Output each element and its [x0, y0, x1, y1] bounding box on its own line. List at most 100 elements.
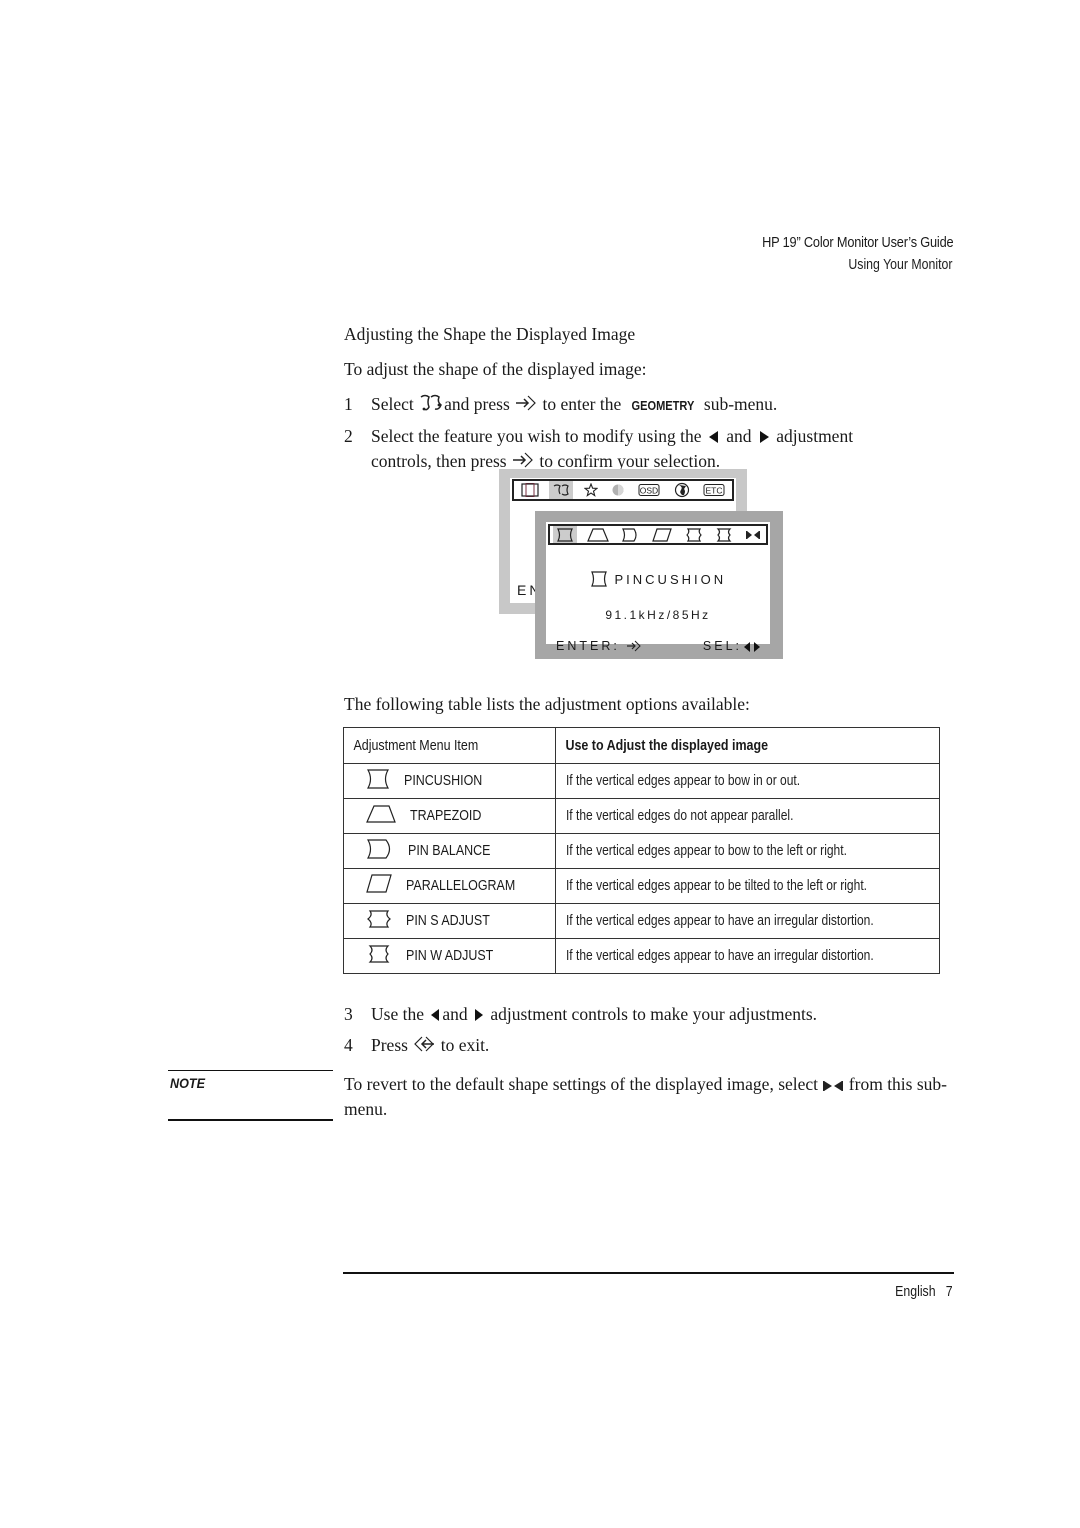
pincushion-icon: [366, 768, 390, 794]
footer-divider: [343, 1272, 954, 1274]
geometry-icon: [549, 481, 574, 499]
enter-icon: [626, 639, 642, 656]
step-text: controls, then press: [371, 451, 507, 471]
reset-icon: [743, 526, 763, 543]
osd-main-menu-bar: OSD ETC: [512, 479, 734, 501]
menu-item-description: If the vertical edges do not appear para…: [566, 808, 794, 824]
step-text: and: [726, 426, 752, 446]
step-text: sub-menu.: [703, 394, 778, 414]
note-divider-bottom: [168, 1119, 333, 1121]
osd-sel-label: SEL:: [702, 639, 742, 653]
step-text: Press: [371, 1035, 408, 1055]
page-number: 7: [946, 1284, 953, 1300]
note-label: NOTE: [170, 1075, 206, 1091]
menu-item-description: If the vertical edges appear to be tilte…: [566, 878, 868, 894]
table-header-row: Adjustment Menu Item Use to Adjust the d…: [342, 727, 940, 764]
section-heading: Adjusting the Shape the Displayed Image: [344, 324, 636, 344]
menu-item-description: If the vertical edges appear to have an …: [566, 948, 874, 964]
column-header-text: Use to Adjust the displayed image: [565, 737, 769, 754]
table-row: PARALLELOGRAM If the vertical edges appe…: [342, 868, 940, 904]
step-text: adjustment: [776, 426, 854, 446]
step-text: and: [442, 1004, 468, 1024]
trapezoid-icon: [584, 526, 612, 543]
step-number: 2: [344, 426, 353, 446]
step-number: 3: [344, 1004, 353, 1024]
step-text: Select: [371, 394, 414, 414]
step-number: 1: [344, 394, 353, 414]
pin-balance-icon: [366, 838, 394, 864]
adjustment-table: Adjustment Menu Item Use to Adjust the d…: [342, 727, 940, 974]
size-position-icon: [518, 481, 542, 499]
menu-item-description: If the vertical edges appear to bow to t…: [566, 843, 848, 859]
osd-selected-item: PINCUSHION: [546, 571, 770, 590]
menu-item-label: PARALLELOGRAM: [406, 878, 516, 894]
menu-item-label: TRAPEZOID: [410, 808, 482, 824]
parallelogram-icon: [366, 873, 392, 899]
table-row: PIN W ADJUST If the vertical edges appea…: [342, 938, 940, 974]
note-text-before: To revert to the default shape settings …: [344, 1074, 819, 1094]
right-arrow-icon: [472, 1006, 486, 1028]
svg-text:ETC: ETC: [706, 486, 723, 496]
step-text: adjustment controls to make your adjustm…: [490, 1004, 818, 1024]
osd-enter-label: ENTER:: [556, 639, 620, 653]
document-title: HP 19” Color Monitor User’s Guide: [761, 235, 954, 251]
step-text: to exit.: [440, 1035, 490, 1055]
osd-select-hint: SEL:: [703, 639, 762, 656]
step-text: and press: [444, 394, 510, 414]
color-icon: [608, 481, 628, 499]
right-arrow-icon: [756, 428, 772, 450]
osd-icon: OSD: [635, 481, 663, 499]
column-header: Adjustment Menu Item: [342, 727, 557, 764]
geometry-icon: [418, 393, 444, 418]
table-row: PINCUSHION If the vertical edges appear …: [342, 763, 940, 799]
note-text: To revert to the default shape settings …: [344, 1073, 959, 1120]
osd-geometry-menu-bar: [548, 524, 768, 545]
chapter-title: Using Your Monitor: [848, 257, 953, 273]
step-text: to confirm your selection.: [539, 451, 721, 471]
menu-item-description: If the vertical edges appear to bow in o…: [566, 773, 801, 789]
step-3: 3 Use the and adjustment controls to make…: [344, 1003, 817, 1028]
menu-item-label: PINCUSHION: [404, 773, 483, 789]
table-row: PIN BALANCE If the vertical edges appear…: [342, 833, 940, 869]
step-text: Select the feature you wish to modify us…: [371, 426, 702, 446]
pin-w-adjust-icon: [366, 944, 392, 969]
parallelogram-icon: [649, 526, 675, 543]
etc-icon: ETC: [700, 481, 728, 499]
osd-item-label: PINCUSHION: [614, 572, 727, 587]
menu-item-label: PIN W ADJUST: [406, 948, 494, 964]
pincushion-icon: [590, 571, 608, 590]
trapezoid-icon: [366, 804, 396, 829]
left-arrow-icon: [428, 1006, 442, 1028]
step-text: Use the: [371, 1004, 424, 1024]
step-number: 4: [344, 1035, 353, 1055]
table-intro: The following table lists the adjustment…: [344, 694, 750, 714]
exit-icon: [412, 1034, 436, 1059]
brightness-icon: [581, 481, 601, 499]
reset-icon: [822, 1076, 844, 1098]
menu-item-description: If the vertical edges appear to have an …: [566, 913, 874, 929]
step-2: 2 Select the feature you wish to modify u…: [344, 425, 853, 475]
pin-s-adjust-icon: [366, 909, 392, 934]
left-arrow-icon: [706, 428, 722, 450]
menu-item-label: PIN S ADJUST: [406, 913, 490, 929]
step-text: to enter the: [542, 394, 622, 414]
geometry-menu-name: GEOMETRY: [631, 398, 694, 413]
pin-balance-icon: [618, 526, 642, 543]
left-right-arrows-icon: [742, 641, 762, 656]
enter-icon: [514, 393, 538, 418]
column-header-text: Adjustment Menu Item: [353, 737, 479, 754]
osd-enter-hint: ENTER:: [556, 639, 642, 656]
table-row: PIN S ADJUST If the vertical edges appea…: [342, 903, 940, 939]
svg-text:OSD: OSD: [640, 486, 658, 496]
step-1: 1 Select and press to enter the GEOMETRY …: [344, 393, 777, 418]
osd-geometry-menu-illustration: PINCUSHION 91.1kHz/85Hz ENTER: SEL:: [535, 511, 783, 659]
pincushion-icon: [553, 526, 578, 543]
osd-frequency: 91.1kHz/85Hz: [605, 608, 711, 622]
menu-item-label: PIN BALANCE: [408, 843, 491, 859]
note-divider-top: [168, 1070, 333, 1071]
page-footer: English 7: [885, 1284, 953, 1300]
column-header: Use to Adjust the displayed image: [555, 727, 940, 764]
pin-s-adjust-icon: [682, 526, 706, 543]
step-4: 4 Press to exit.: [344, 1034, 489, 1059]
intro-paragraph: To adjust the shape of the displayed ima…: [344, 359, 647, 379]
